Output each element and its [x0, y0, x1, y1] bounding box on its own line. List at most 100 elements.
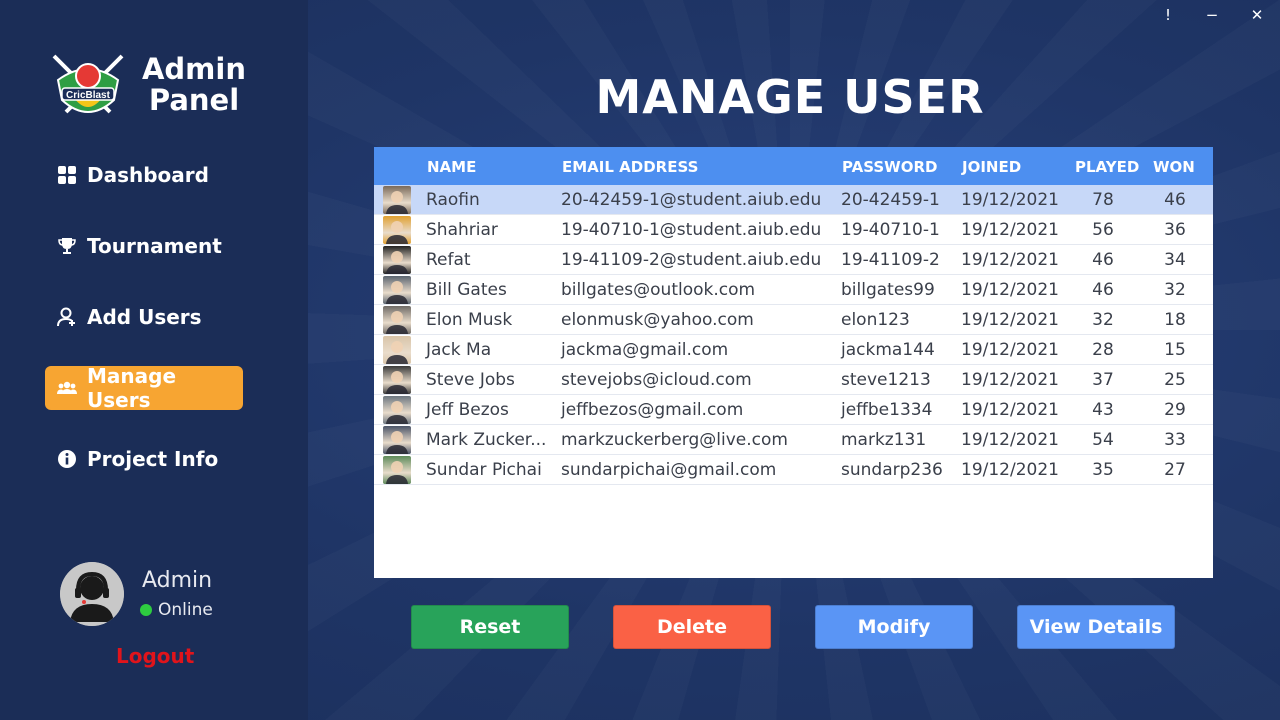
- brand: CricBlast Admin Panel: [48, 50, 288, 122]
- avatar: [60, 562, 124, 626]
- nav-label: Add Users: [87, 305, 202, 329]
- cell-password: jeffbe1334: [841, 400, 933, 420]
- cell-won: 46: [1164, 190, 1186, 210]
- close-icon[interactable]: ✕: [1247, 6, 1267, 26]
- cell-won: 25: [1164, 370, 1186, 390]
- cell-password: steve1213: [841, 370, 931, 390]
- cell-name: Elon Musk: [426, 310, 513, 330]
- table-header: NAME EMAIL ADDRESS PASSWORD JOINED PLAYE…: [374, 147, 1213, 185]
- nav-label: Project Info: [87, 447, 219, 471]
- cell-won: 15: [1164, 340, 1186, 360]
- info-icon: [57, 449, 77, 469]
- user-photo-icon: [383, 246, 411, 274]
- view-details-button[interactable]: View Details: [1017, 605, 1175, 649]
- cell-won: 18: [1164, 310, 1186, 330]
- users-icon: [57, 378, 77, 398]
- user-name: Admin: [142, 568, 213, 593]
- brand-title-line2: Panel: [148, 83, 240, 117]
- cell-played: 28: [1092, 340, 1114, 360]
- table-row[interactable]: Mark Zucker... markzuckerberg@live.com mar…: [374, 425, 1213, 455]
- cell-won: 32: [1164, 280, 1186, 300]
- cell-name: Refat: [426, 250, 471, 270]
- nav-project-info[interactable]: Project Info: [45, 437, 243, 481]
- logout-link[interactable]: Logout: [116, 644, 194, 668]
- cell-password: 20-42459-1: [841, 190, 940, 210]
- cell-played: 46: [1092, 250, 1114, 270]
- add-user-icon: [57, 307, 77, 327]
- minimize-icon[interactable]: −: [1202, 6, 1222, 26]
- cell-joined: 19/12/2021: [961, 280, 1059, 300]
- cell-joined: 19/12/2021: [961, 190, 1059, 210]
- alert-icon[interactable]: !: [1158, 6, 1178, 26]
- cricblast-logo: CricBlast: [48, 50, 128, 120]
- cell-email: billgates@outlook.com: [561, 280, 756, 300]
- table-row[interactable]: Shahriar 19-40710-1@student.aiub.edu 19-40…: [374, 215, 1213, 245]
- header-email[interactable]: EMAIL ADDRESS: [562, 158, 698, 176]
- header-won[interactable]: WON: [1153, 158, 1195, 176]
- nav-tournament[interactable]: Tournament: [45, 224, 243, 268]
- cell-email: jeffbezos@gmail.com: [561, 400, 744, 420]
- cell-joined: 19/12/2021: [961, 340, 1059, 360]
- table-row[interactable]: Refat 19-41109-2@student.aiub.edu 19-41109…: [374, 245, 1213, 275]
- cell-email: elonmusk@yahoo.com: [561, 310, 754, 330]
- cell-won: 27: [1164, 460, 1186, 480]
- page-title: MANAGE USER: [595, 70, 985, 124]
- nav-label: Tournament: [87, 234, 222, 258]
- users-table[interactable]: NAME EMAIL ADDRESS PASSWORD JOINED PLAYE…: [374, 147, 1213, 578]
- table-row[interactable]: Raofin 20-42459-1@student.aiub.edu 20-4245…: [374, 185, 1213, 215]
- cell-name: Bill Gates: [426, 280, 507, 300]
- nav-manage-users[interactable]: Manage Users: [45, 364, 243, 412]
- cell-email: jackma@gmail.com: [561, 340, 729, 360]
- header-played[interactable]: PLAYED: [1075, 158, 1139, 176]
- nav-dashboard[interactable]: Dashboard: [45, 153, 243, 197]
- cell-won: 34: [1164, 250, 1186, 270]
- nav-add-users[interactable]: Add Users: [45, 295, 243, 339]
- cell-played: 37: [1092, 370, 1114, 390]
- cell-joined: 19/12/2021: [961, 370, 1059, 390]
- table-row[interactable]: Steve Jobs stevejobs@icloud.com steve1213 1…: [374, 365, 1213, 395]
- user-photo-icon: [383, 336, 411, 364]
- cell-name: Shahriar: [426, 220, 498, 240]
- user-photo-icon: [383, 216, 411, 244]
- user-profile: Admin Online: [60, 562, 260, 632]
- cell-name: Jeff Bezos: [426, 400, 509, 420]
- header-password[interactable]: PASSWORD: [842, 158, 937, 176]
- cell-name: Sundar Pichai: [426, 460, 542, 480]
- cell-password: jackma144: [841, 340, 935, 360]
- cell-joined: 19/12/2021: [961, 430, 1059, 450]
- user-status: Online: [140, 600, 213, 620]
- header-name[interactable]: NAME: [427, 158, 476, 176]
- cell-password: 19-41109-2: [841, 250, 940, 270]
- table-row[interactable]: Jack Ma jackma@gmail.com jackma144 19/12/20…: [374, 335, 1213, 365]
- cell-played: 78: [1092, 190, 1114, 210]
- cell-played: 32: [1092, 310, 1114, 330]
- table-row[interactable]: Elon Musk elonmusk@yahoo.com elon123 19/12/…: [374, 305, 1213, 335]
- cell-played: 35: [1092, 460, 1114, 480]
- cell-password: sundarp236: [841, 460, 943, 480]
- cell-password: 19-40710-1: [841, 220, 940, 240]
- cell-password: markz131: [841, 430, 927, 450]
- nav-label: Dashboard: [87, 163, 209, 187]
- cell-joined: 19/12/2021: [961, 310, 1059, 330]
- modify-button[interactable]: Modify: [815, 605, 973, 649]
- cell-joined: 19/12/2021: [961, 250, 1059, 270]
- user-photo-icon: [383, 306, 411, 334]
- trophy-icon: [57, 236, 77, 256]
- header-joined[interactable]: JOINED: [962, 158, 1021, 176]
- brand-title-line1: Admin: [141, 52, 246, 86]
- cell-email: markzuckerberg@live.com: [561, 430, 788, 450]
- cell-name: Raofin: [426, 190, 480, 210]
- user-photo-icon: [383, 186, 411, 214]
- user-photo-icon: [383, 366, 411, 394]
- cell-email: 19-41109-2@student.aiub.edu: [561, 250, 822, 270]
- cell-joined: 19/12/2021: [961, 220, 1059, 240]
- cell-password: billgates99: [841, 280, 935, 300]
- status-text: Online: [158, 600, 213, 620]
- table-row[interactable]: Sundar Pichai sundarpichai@gmail.com sunda…: [374, 455, 1213, 485]
- cell-played: 56: [1092, 220, 1114, 240]
- table-row[interactable]: Jeff Bezos jeffbezos@gmail.com jeffbe1334 1…: [374, 395, 1213, 425]
- table-row[interactable]: Bill Gates billgates@outlook.com billgates…: [374, 275, 1213, 305]
- sidebar: CricBlast Admin Panel Dashboard Tourname…: [0, 0, 308, 720]
- delete-button[interactable]: Delete: [613, 605, 771, 649]
- reset-button[interactable]: Reset: [411, 605, 569, 649]
